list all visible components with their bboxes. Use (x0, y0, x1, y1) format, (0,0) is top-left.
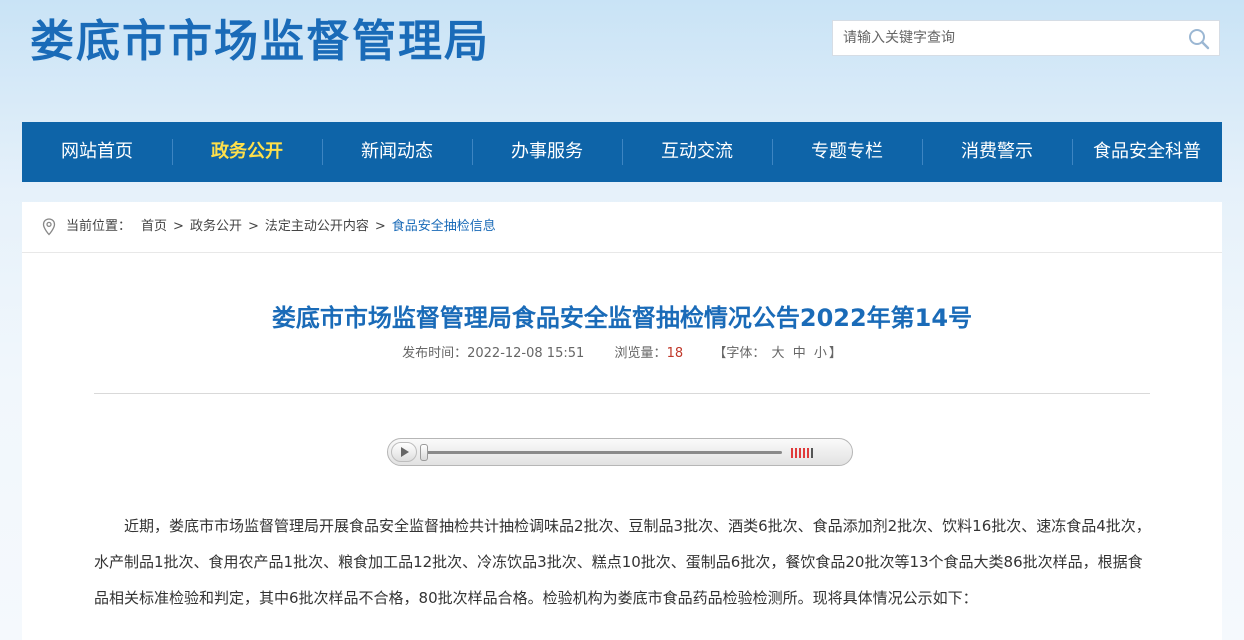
breadcrumb-separator: > (247, 219, 259, 234)
article-title: 娄底市市场监督管理局食品安全监督抽检情况公告2022年第14号 (271, 304, 973, 332)
audio-progress-track[interactable] (424, 451, 782, 454)
main-nav: 网站首页 政务公开 新闻动态 办事服务 互动交流 专题专栏 消费警示 食品安全科… (22, 122, 1222, 182)
views-label: 浏览量： (614, 346, 667, 361)
volume-bars-icon[interactable] (790, 447, 818, 459)
content-panel: 当前位置： 首页 > 政务公开 > 法定主动公开内容 > 食品安全抽检信息 娄底… (22, 202, 1222, 640)
nav-item-services[interactable]: 办事服务 (472, 122, 622, 182)
publish-time: 2022-12-08 15:51 (467, 346, 585, 361)
breadcrumb-separator: > (173, 219, 184, 234)
search-input[interactable] (833, 21, 1173, 55)
font-size-open: 【字体： (713, 346, 766, 361)
font-size-medium[interactable]: 中 (793, 346, 806, 361)
location-pin-icon (42, 218, 56, 236)
nav-item-government-affairs[interactable]: 政务公开 (172, 122, 322, 182)
title-divider (94, 393, 1150, 394)
breadcrumb-separator: > (374, 219, 386, 234)
nav-item-interaction[interactable]: 互动交流 (622, 122, 772, 182)
nav-item-consumer-alerts[interactable]: 消费警示 (922, 122, 1072, 182)
publish-time-label: 发布时间： (402, 346, 468, 361)
search-icon[interactable] (1187, 27, 1211, 51)
font-size-close: 】 (828, 346, 842, 361)
breadcrumb-statutory-disclosure[interactable]: 法定主动公开内容 (265, 202, 369, 252)
play-button[interactable] (391, 442, 417, 462)
breadcrumb-home[interactable]: 首页 (141, 202, 167, 252)
font-size-large[interactable]: 大 (772, 346, 785, 361)
breadcrumb: 当前位置： 首页 > 政务公开 > 法定主动公开内容 > 食品安全抽检信息 (22, 202, 1222, 253)
audio-player (387, 438, 853, 466)
play-icon (401, 447, 409, 457)
audio-progress-handle[interactable] (420, 444, 428, 461)
breadcrumb-government-affairs[interactable]: 政务公开 (190, 202, 242, 252)
breadcrumb-current[interactable]: 食品安全抽检信息 (392, 202, 496, 252)
article-meta: 发布时间：2022-12-08 15:51 浏览量：18 【字体： 大 中 小】 (22, 344, 1222, 364)
site-title: 娄底市市场监督管理局 (30, 16, 490, 67)
nav-item-news[interactable]: 新闻动态 (322, 122, 472, 182)
nav-item-home[interactable]: 网站首页 (22, 122, 172, 182)
nav-item-topics[interactable]: 专题专栏 (772, 122, 922, 182)
nav-item-food-safety[interactable]: 食品安全科普 (1072, 122, 1222, 182)
breadcrumb-label: 当前位置： (66, 219, 132, 234)
font-size-small[interactable]: 小 (814, 346, 827, 361)
views-count: 18 (666, 346, 684, 361)
article-body: 近期，娄底市市场监督管理局开展食品安全监督抽检共计抽检调味品2批次、豆制品3批次… (94, 517, 1151, 607)
search-box (832, 20, 1220, 56)
